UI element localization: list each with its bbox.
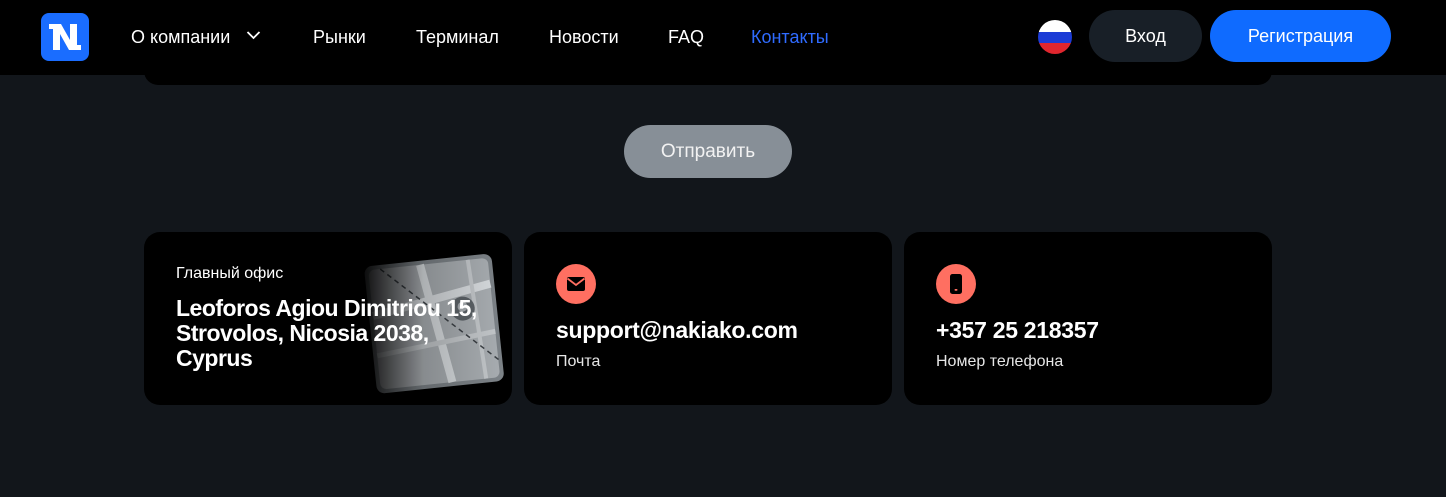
nav-item-news[interactable]: Новости [549,26,619,48]
nav-item-about[interactable]: О компании [131,26,230,48]
nakiako-logo-icon[interactable] [41,13,89,61]
phone-card: +357 25 218357 Номер телефона [904,232,1272,405]
office-label: Главный офис [176,265,284,282]
send-button[interactable]: Отправить [624,125,792,178]
phone-caption: Номер телефона [936,353,1064,370]
nav-item-terminal[interactable]: Терминал [416,26,499,48]
chevron-down-icon[interactable] [246,30,261,40]
support-email-link[interactable]: support@nakiako.com [556,316,798,344]
nav-item-markets[interactable]: Рынки [313,26,366,48]
email-card: support@nakiako.com Почта [524,232,892,405]
mail-icon [556,264,596,304]
nav-item-contacts[interactable]: Контакты [751,26,829,48]
register-button[interactable]: Регистрация [1210,10,1391,62]
office-card: Главный офис Leoforos Agiou Dimitriou 15… [144,232,512,405]
phone-number-link[interactable]: +357 25 218357 [936,316,1099,344]
phone-icon [936,264,976,304]
email-caption: Почта [556,353,601,370]
login-button[interactable]: Вход [1089,10,1202,62]
russian-flag-icon[interactable] [1038,20,1072,54]
contact-form-panel [144,62,1272,85]
nav-item-faq[interactable]: FAQ [668,26,704,48]
office-address: Leoforos Agiou Dimitriou 15, Strovolos, … [176,295,477,371]
